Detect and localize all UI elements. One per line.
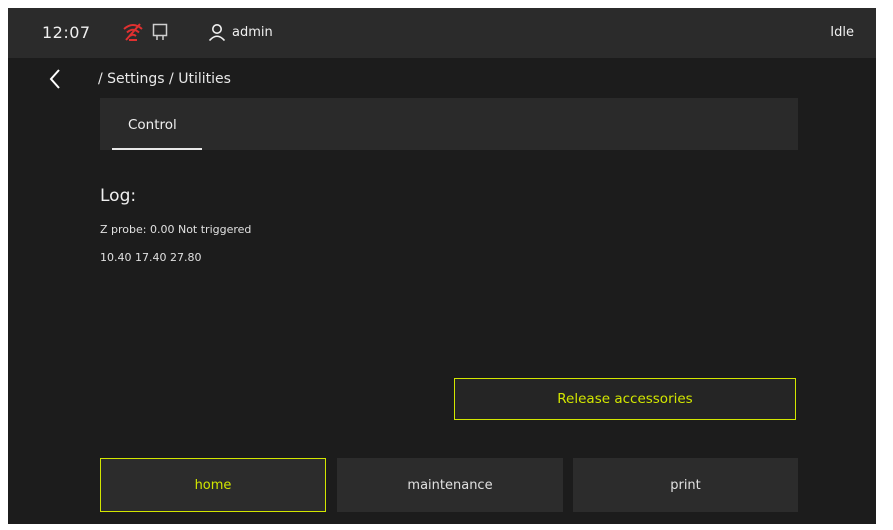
tab-control-label: Control (128, 117, 177, 133)
breadcrumb: / Settings / Utilities (98, 71, 231, 87)
nav-maintenance-button[interactable]: maintenance (337, 458, 563, 512)
tab-control[interactable]: Control (112, 98, 202, 150)
printer-screen: 12:07 admin Idle / Settings / Utilities … (8, 8, 876, 524)
active-tab-indicator (112, 148, 202, 150)
username[interactable]: admin (232, 25, 273, 40)
printer-status: Idle (830, 25, 854, 40)
tab-bar: Control (100, 98, 798, 150)
log-line: Z probe: 0.00 Not triggered (100, 223, 252, 236)
nav-home-button[interactable]: home (100, 458, 326, 512)
log-title: Log: (100, 186, 137, 206)
user-icon (208, 24, 226, 41)
status-bar: 12:07 admin Idle (8, 8, 876, 58)
clock: 12:07 (42, 23, 91, 42)
wifi-disconnected-icon (123, 23, 143, 41)
nav-print-button[interactable]: print (573, 458, 798, 512)
usb-icon (152, 23, 168, 40)
release-accessories-button[interactable]: Release accessories (454, 378, 796, 420)
log-line: 10.40 17.40 27.80 (100, 251, 202, 264)
back-icon[interactable] (46, 66, 66, 92)
